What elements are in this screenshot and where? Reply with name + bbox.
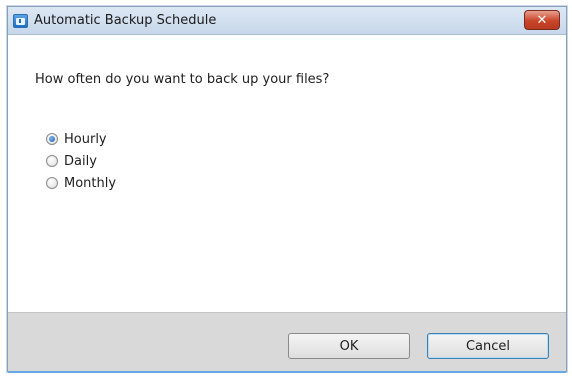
ok-button[interactable]: OK [288,333,410,359]
radio-label-monthly: Monthly [64,175,117,191]
backup-schedule-dialog: Automatic Backup Schedule ✕ How often do… [7,6,567,373]
dialog-footer: OK Cancel [8,312,566,373]
backup-frequency-question: How often do you want to back up your fi… [35,72,330,87]
window-title: Automatic Backup Schedule [34,13,217,28]
dialog-content: How often do you want to back up your fi… [8,36,566,312]
title-bar[interactable]: Automatic Backup Schedule ✕ [8,7,566,35]
close-icon: ✕ [536,12,548,28]
backup-app-icon [13,14,28,28]
close-button[interactable]: ✕ [524,10,560,30]
radio-monthly[interactable] [46,177,58,189]
radio-option-daily[interactable]: Daily [46,150,116,172]
radio-label-hourly: Hourly [64,131,107,147]
radio-option-monthly[interactable]: Monthly [46,172,116,194]
radio-label-daily: Daily [64,153,97,169]
radio-daily[interactable] [46,155,58,167]
radio-option-hourly[interactable]: Hourly [46,128,116,150]
cancel-button[interactable]: Cancel [427,333,549,359]
radio-hourly[interactable] [46,133,58,145]
frequency-radio-group: Hourly Daily Monthly [46,128,116,194]
